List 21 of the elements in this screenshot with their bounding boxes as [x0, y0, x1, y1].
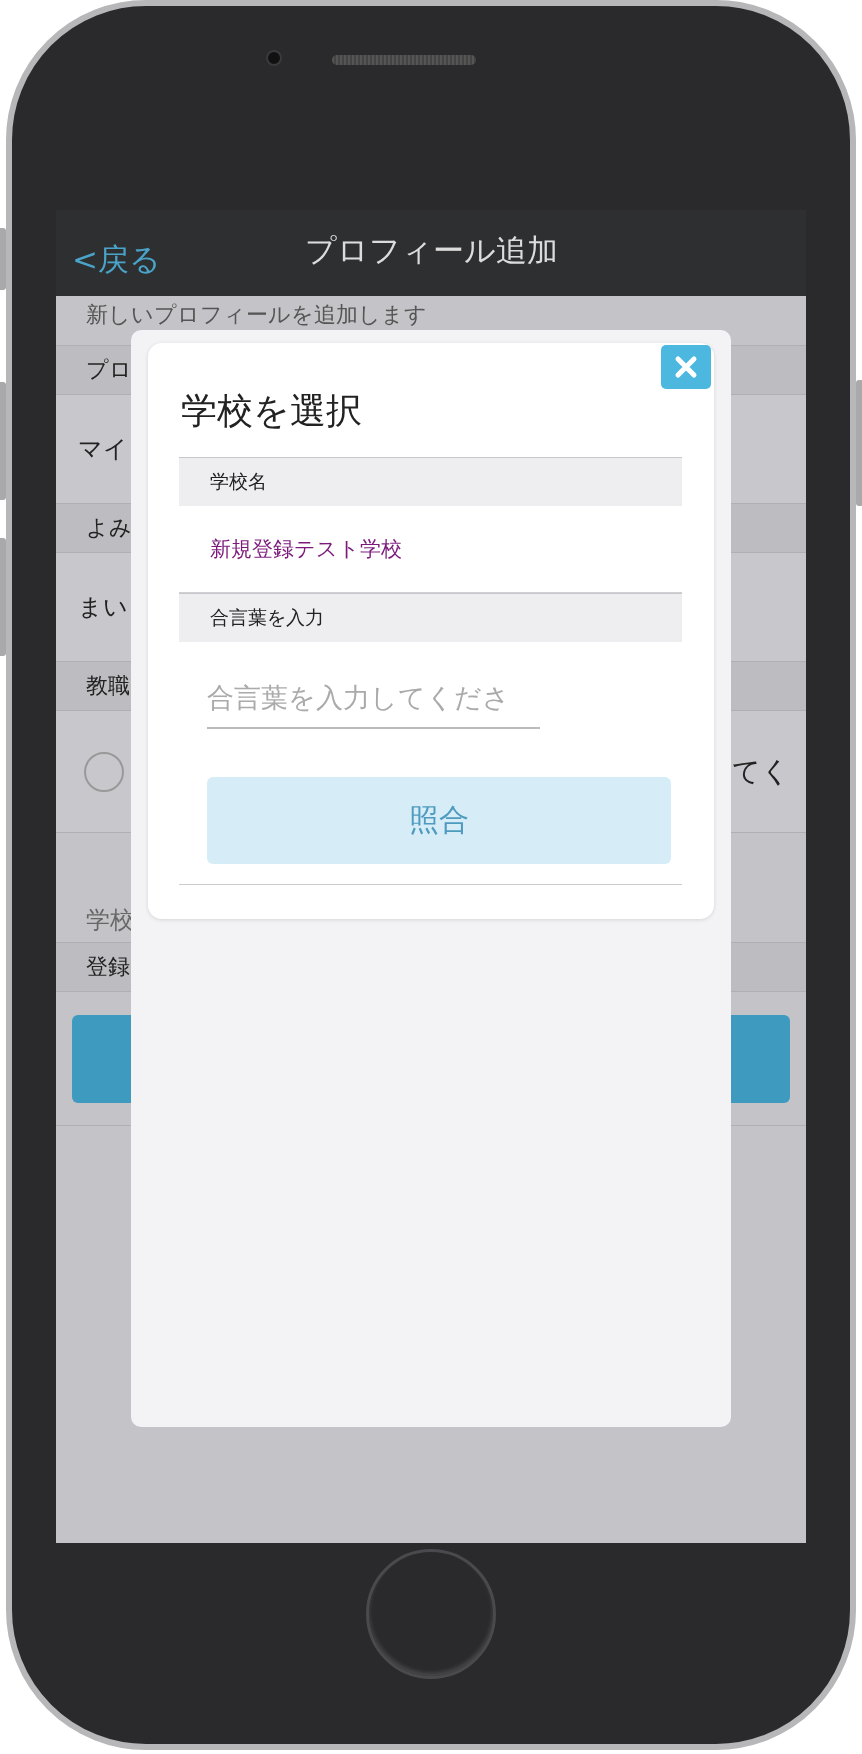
camera-icon [266, 50, 282, 66]
close-icon [674, 355, 698, 379]
row-text: てく [732, 753, 790, 790]
home-button[interactable] [366, 1548, 496, 1679]
nav-title: プロフィール追加 [304, 231, 558, 270]
section-header-text: プロ [86, 356, 132, 384]
list-note: 学校 [86, 905, 134, 936]
section-header-text: 登録 [86, 953, 130, 981]
section-header-text: よみ [86, 514, 132, 542]
school-name[interactable]: 新規登録テスト学校 [210, 535, 402, 563]
row-text: マイ [78, 434, 128, 465]
list-note: 新しいプロフィールを追加します [86, 301, 427, 329]
dialog-title: 学校を選択 [181, 389, 362, 433]
back-link[interactable]: <戻る [72, 239, 161, 281]
radio-button[interactable] [84, 751, 124, 792]
passphrase-field[interactable]: 合言葉を入力してくださ [207, 668, 540, 729]
section-header-text: 学校名 [210, 469, 267, 494]
section-header-text: 教職 [86, 672, 130, 700]
row-text: まい [78, 592, 128, 623]
section-header-text: 合言葉を入力 [210, 605, 324, 630]
close-button[interactable] [661, 345, 711, 389]
